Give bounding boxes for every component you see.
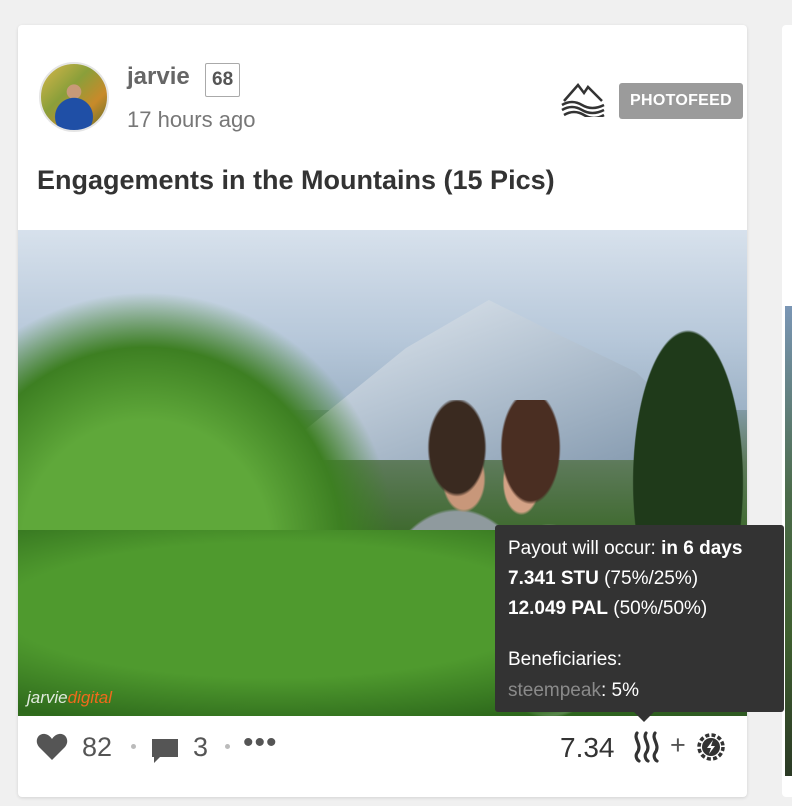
- image-watermark: jarviedigital: [27, 688, 113, 707]
- beneficiary-name: steempeak: [508, 680, 601, 701]
- post-footer: 82 3 ••• 7.34 +: [18, 716, 747, 797]
- community-badge[interactable]: PHOTOFEED: [619, 83, 743, 119]
- separator-dot: [225, 744, 230, 749]
- beneficiaries-label: Beneficiaries:: [508, 649, 623, 670]
- stu-amount: 7.341 STU: [508, 568, 599, 589]
- comment-icon[interactable]: [150, 736, 180, 764]
- pal-split: (50%/50%): [607, 598, 708, 619]
- author-avatar[interactable]: [39, 62, 109, 132]
- more-menu-button[interactable]: •••: [243, 726, 278, 760]
- plus-sign: +: [670, 730, 686, 760]
- payout-label: Payout will occur:: [508, 538, 662, 559]
- stu-split: (75%/25%): [598, 568, 699, 589]
- author-name[interactable]: jarvie: [127, 63, 190, 91]
- post-time[interactable]: 17 hours ago: [127, 107, 255, 133]
- steem-icon: [634, 731, 659, 763]
- post-header: jarvie 68 17 hours ago PHOTOFEED: [38, 61, 743, 133]
- reputation-badge: 68: [205, 63, 241, 97]
- payout-tooltip: Payout will occur: in 6 days 7.341 STU (…: [495, 525, 784, 712]
- pal-amount: 12.049 PAL: [508, 598, 608, 619]
- comment-count[interactable]: 3: [193, 732, 208, 763]
- separator-dot: [131, 744, 136, 749]
- mountain-logo-icon[interactable]: [560, 77, 606, 117]
- heart-icon[interactable]: [36, 733, 68, 761]
- post-title[interactable]: Engagements in the Mountains (15 Pics): [37, 165, 555, 196]
- payout-amount[interactable]: 7.34: [560, 732, 615, 764]
- vote-count[interactable]: 82: [82, 732, 112, 763]
- beneficiary-pct: : 5%: [600, 680, 639, 701]
- payout-when: in 6 days: [661, 538, 743, 559]
- gear-icon[interactable]: [694, 730, 728, 764]
- tooltip-arrow: [633, 711, 655, 722]
